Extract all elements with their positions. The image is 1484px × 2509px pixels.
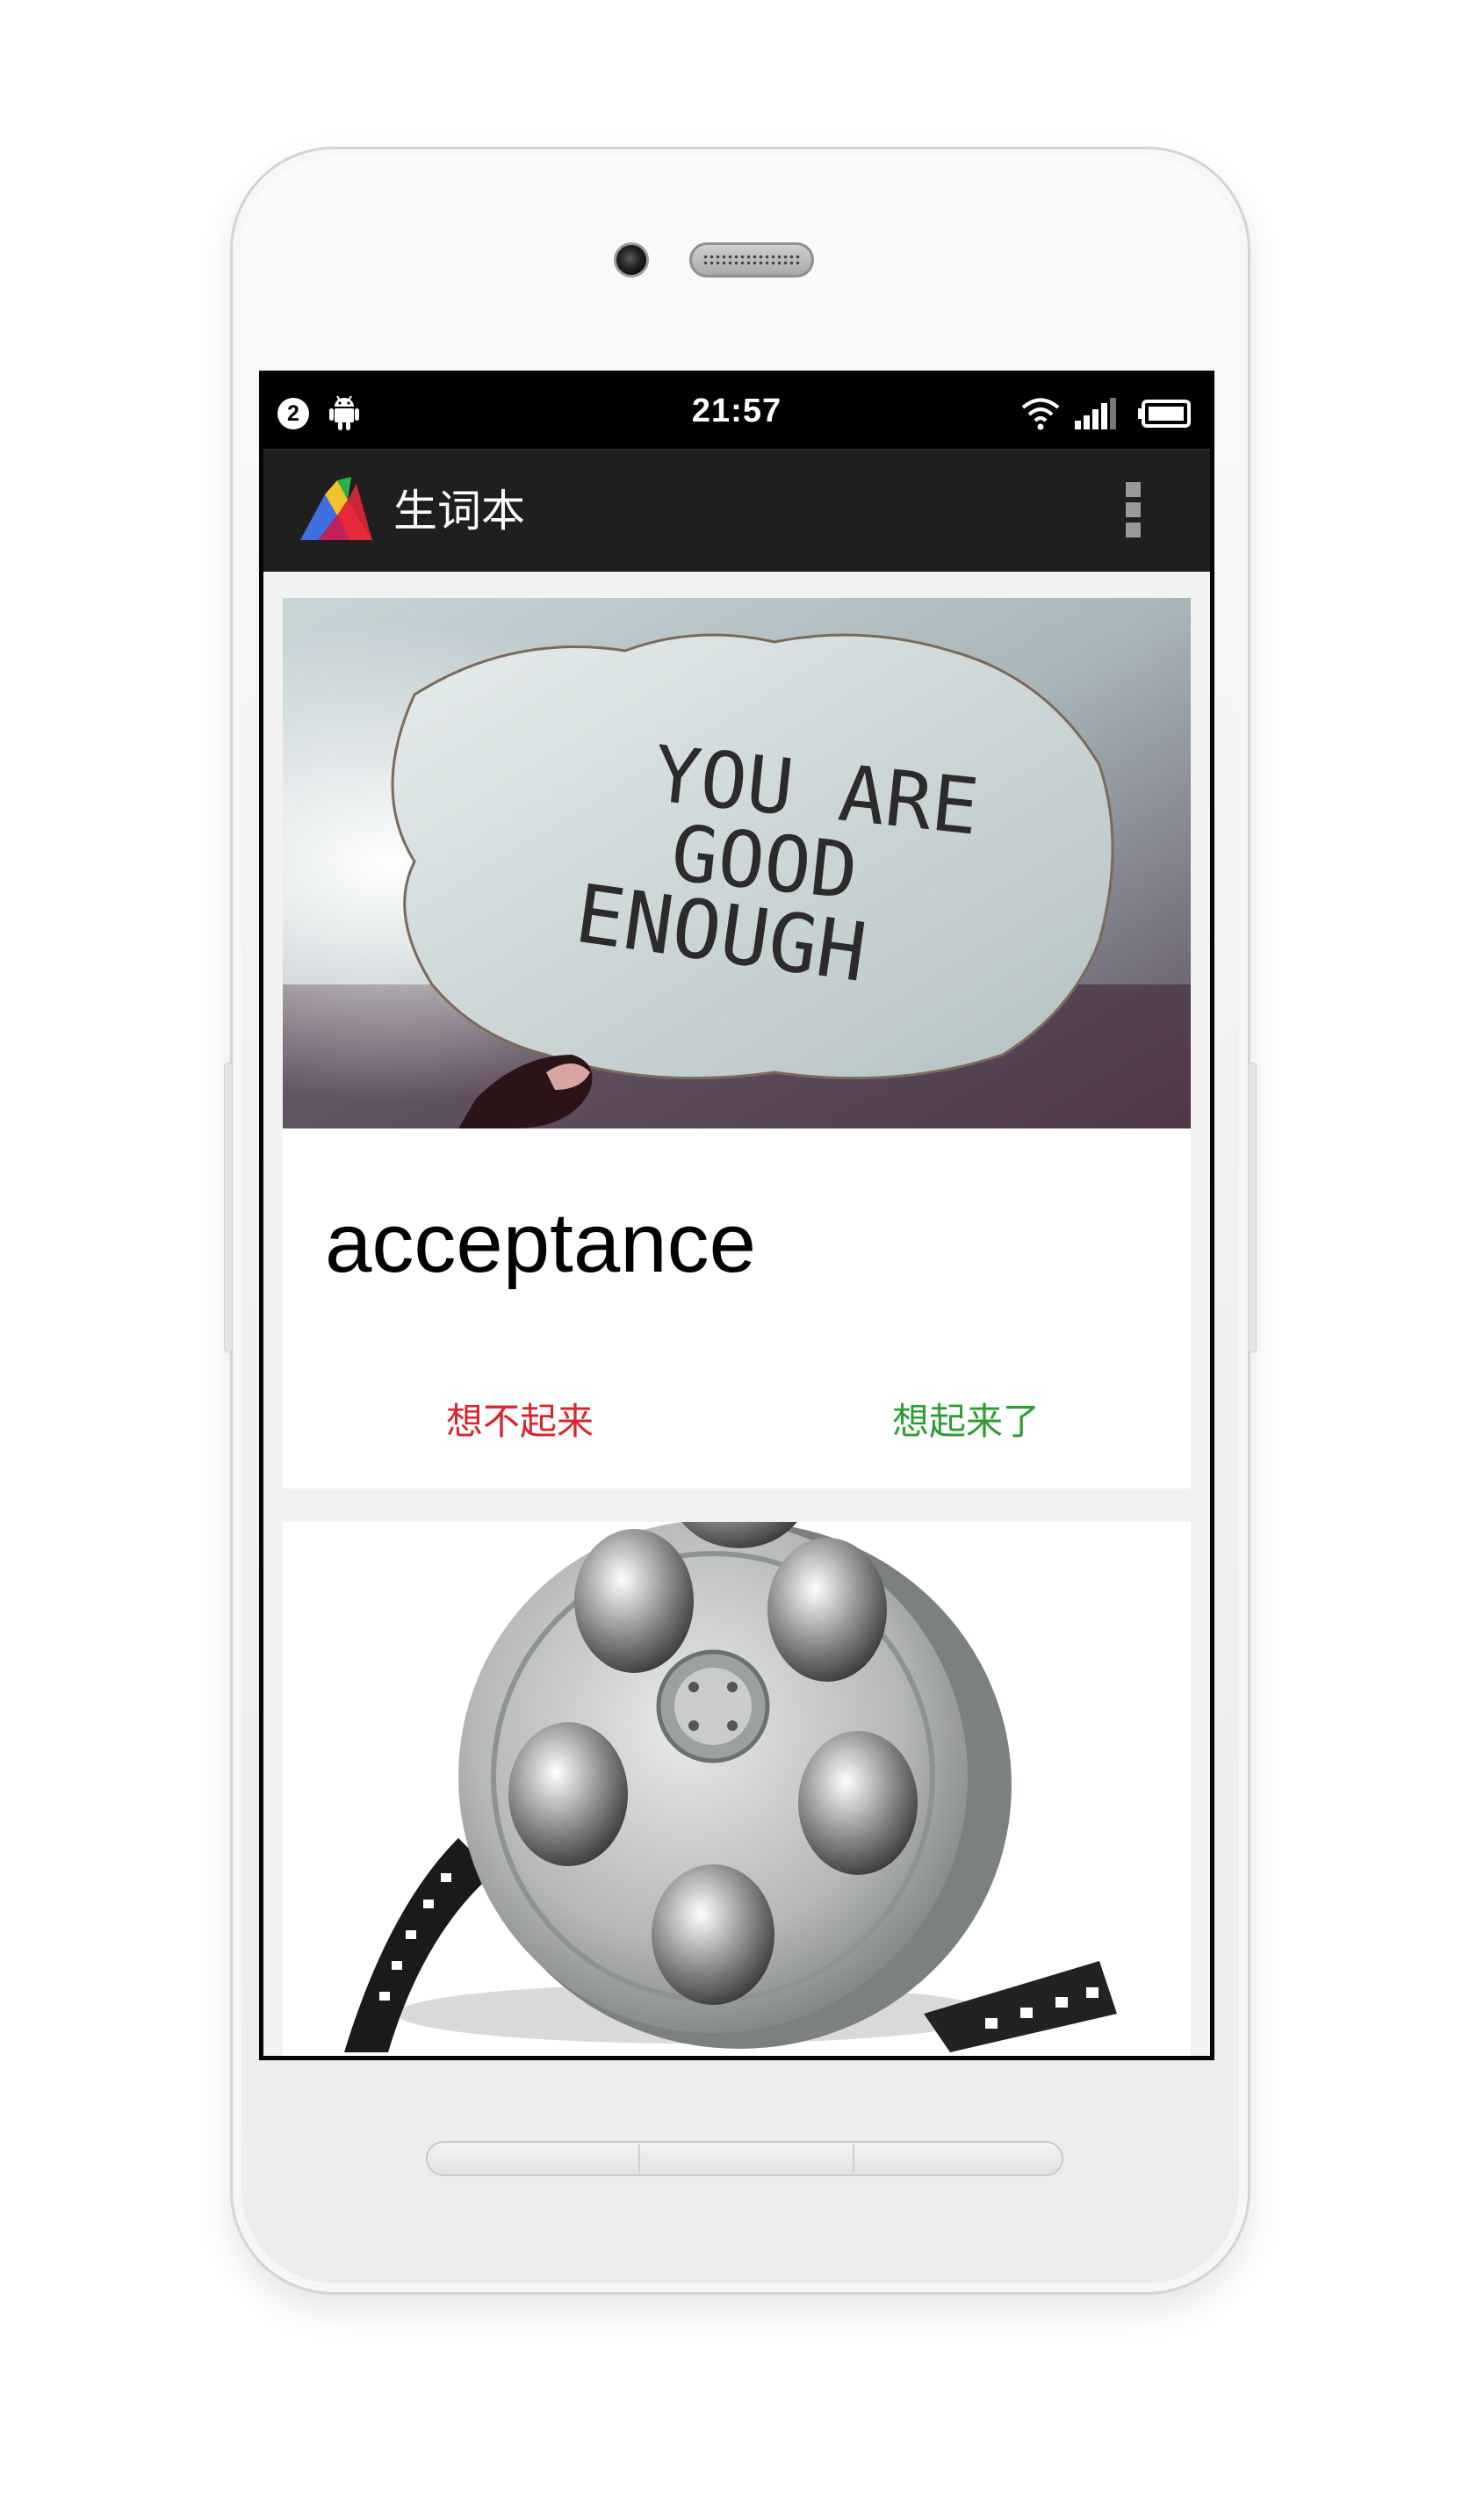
word-card bbox=[283, 1522, 1191, 2056]
forgot-button[interactable]: 想不起来 bbox=[388, 1392, 652, 1446]
device-screen: 2 21:57 生词本 YOU ARE GOOD ENOUGH acceptan… bbox=[259, 371, 1214, 2060]
word-list[interactable]: YOU ARE GOOD ENOUGH acceptance 想不起来 想起来了 bbox=[263, 572, 1210, 2056]
home-button-bar[interactable] bbox=[426, 2141, 1063, 2176]
status-clock: 21:57 bbox=[691, 393, 782, 429]
film-reel-icon bbox=[283, 1522, 1191, 2052]
note-photo-icon: YOU ARE GOOD ENOUGH bbox=[283, 598, 1191, 1128]
menu-dot bbox=[1125, 523, 1141, 537]
signal-strength-icon bbox=[1075, 398, 1116, 429]
wifi-icon bbox=[1021, 398, 1060, 430]
word-card: YOU ARE GOOD ENOUGH acceptance 想不起来 想起来了 bbox=[283, 598, 1191, 1489]
word-image: YOU ARE GOOD ENOUGH bbox=[283, 598, 1191, 1128]
overflow-menu-icon[interactable] bbox=[1120, 482, 1146, 540]
home-bar-divider bbox=[853, 2145, 854, 2173]
vocabulary-word: acceptance bbox=[325, 1196, 757, 1290]
status-bar: 2 21:57 bbox=[263, 375, 1210, 449]
volume-button bbox=[224, 1063, 233, 1352]
home-bar-divider bbox=[638, 2145, 640, 2173]
action-bar: 生词本 bbox=[263, 449, 1210, 572]
remembered-button[interactable]: 想起来了 bbox=[834, 1392, 1098, 1446]
earpiece-speaker bbox=[689, 242, 814, 278]
power-button bbox=[1248, 1063, 1257, 1352]
menu-dot bbox=[1125, 482, 1141, 497]
word-image bbox=[283, 1522, 1191, 2052]
battery-icon bbox=[1138, 400, 1191, 428]
front-camera bbox=[614, 242, 649, 278]
app-logo-icon[interactable] bbox=[299, 475, 374, 544]
page-title: 生词本 bbox=[393, 487, 525, 536]
menu-dot bbox=[1125, 502, 1141, 517]
